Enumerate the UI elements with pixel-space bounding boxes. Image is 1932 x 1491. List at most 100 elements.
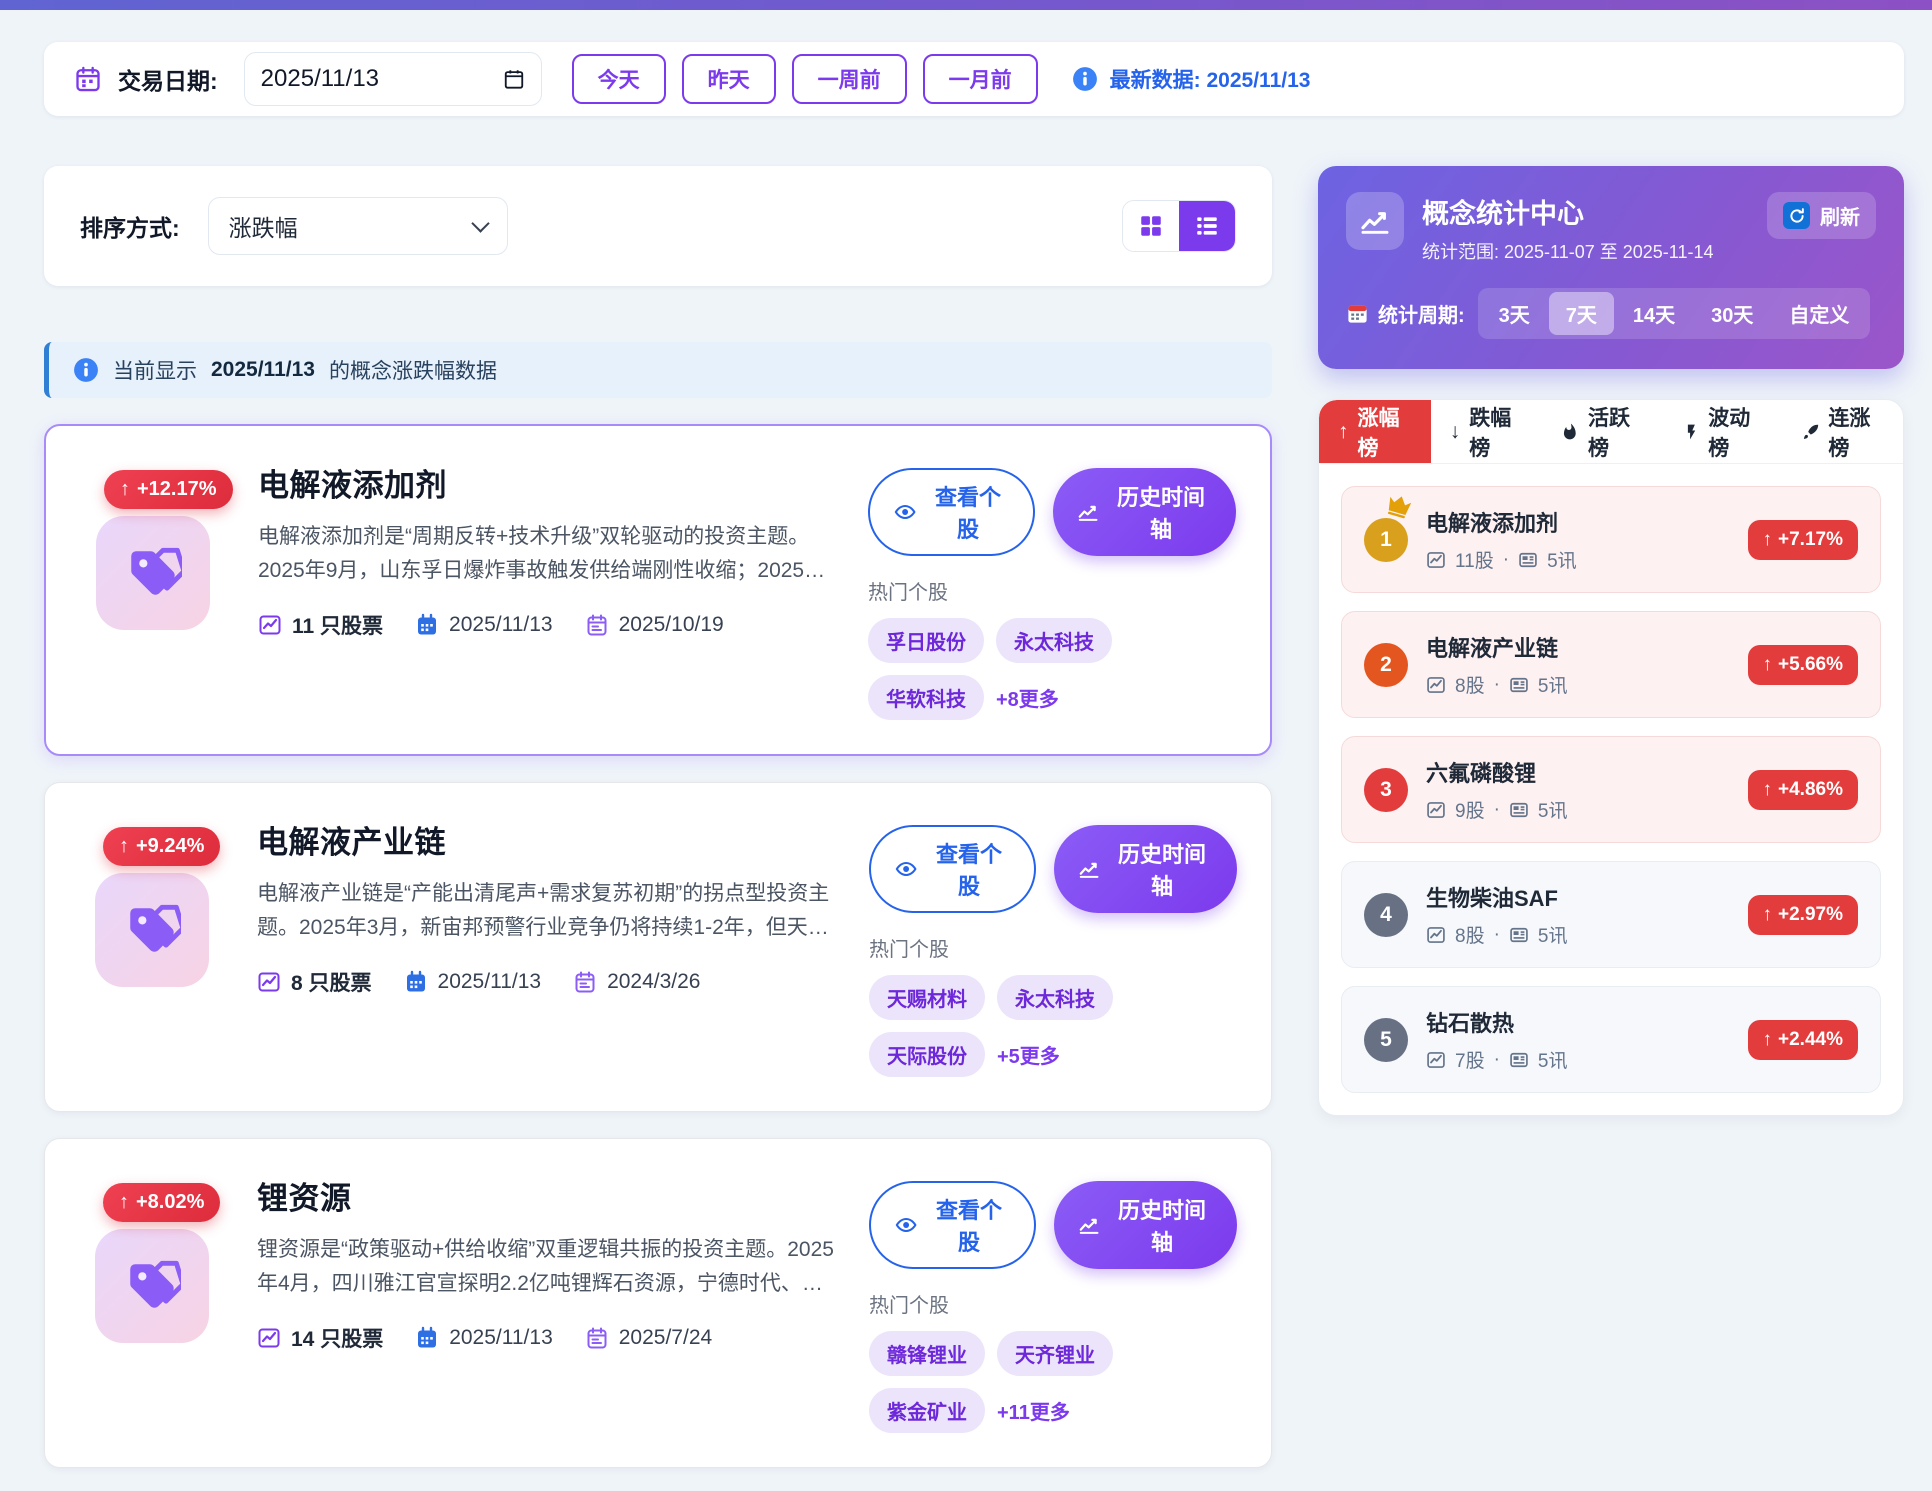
history-timeline-button[interactable]: 历史时间轴 xyxy=(1054,1181,1237,1269)
chart-icon xyxy=(1426,800,1446,820)
dot-separator: · xyxy=(1494,674,1500,696)
concept-actions: 查看个股 历史时间轴 热门个股 天赐材料 永太科技 天际股份 xyxy=(869,811,1237,1077)
stock-chip[interactable]: 华软科技 xyxy=(868,675,984,720)
eye-icon xyxy=(895,1213,917,1237)
rank-info: 电解液产业链 8股 · 5讯 xyxy=(1426,631,1748,698)
history-timeline-button[interactable]: 历史时间轴 xyxy=(1053,468,1236,556)
sort-toolbar: 排序方式: 涨跌幅 xyxy=(44,166,1272,286)
history-timeline-button[interactable]: 历史时间轴 xyxy=(1054,825,1237,913)
concept-title: 电解液产业链 xyxy=(257,817,839,862)
stock-chip[interactable]: 紫金矿业 xyxy=(869,1388,985,1433)
calendar-blue-icon xyxy=(415,613,439,637)
view-stocks-button[interactable]: 查看个股 xyxy=(869,825,1036,913)
rank-stock-count: 9股 xyxy=(1455,796,1485,823)
period-option[interactable]: 7天 xyxy=(1549,292,1614,335)
concept-actions: 查看个股 历史时间轴 热门个股 赣锋锂业 天齐锂业 紫金矿业 xyxy=(869,1167,1237,1433)
list-view-button[interactable] xyxy=(1179,201,1235,251)
banner-prefix: 当前显示 xyxy=(113,355,197,385)
more-stocks-link[interactable]: +11更多 xyxy=(997,1396,1070,1425)
refresh-button[interactable]: 刷新 xyxy=(1767,192,1876,239)
arrow-up-icon: ↑ xyxy=(119,835,129,858)
quick-date-button[interactable]: 一周前 xyxy=(792,54,907,104)
concept-description: 电解液产业链是“产能出清尾声+需求复苏初期”的拐点型投资主题。2025年3月，新… xyxy=(257,877,839,945)
news-icon xyxy=(1509,1050,1529,1070)
period-option[interactable]: 3天 xyxy=(1482,292,1547,335)
concept-description: 锂资源是“政策驱动+供给收缩”双重逻辑共振的投资主题。2025年4月，四川雅江官… xyxy=(257,1233,839,1301)
stock-count: 8 只股票 xyxy=(257,967,372,997)
tab-active[interactable]: 活跃榜 xyxy=(1542,400,1662,463)
quick-date-button[interactable]: 今天 xyxy=(572,54,666,104)
period-option[interactable]: 30天 xyxy=(1694,292,1770,335)
chart-icon xyxy=(257,970,281,994)
current-view-banner: 当前显示 2025/11/13 的概念涨跌幅数据 xyxy=(44,342,1272,398)
stock-chip[interactable]: 天齐锂业 xyxy=(997,1331,1113,1376)
sort-select[interactable]: 涨跌幅 xyxy=(208,197,508,255)
timeline-chart-icon xyxy=(1078,857,1100,881)
view-stocks-button[interactable]: 查看个股 xyxy=(869,1181,1036,1269)
dot-separator: · xyxy=(1494,1049,1500,1071)
quick-date-button[interactable]: 昨天 xyxy=(682,54,776,104)
stats-range: 统计范围: 2025-11-07 至 2025-11-14 xyxy=(1422,238,1767,264)
rank-news-count: 5讯 xyxy=(1538,921,1568,948)
ranking-item[interactable]: 1 电解液添加剂 11股 · 5讯 ↑ xyxy=(1341,486,1881,593)
latest-data-text: 最新数据: 2025/11/13 xyxy=(1110,64,1311,94)
flame-icon xyxy=(1561,422,1579,442)
rank-stock-count: 7股 xyxy=(1455,1046,1485,1073)
chevron-down-icon xyxy=(471,214,489,232)
stock-chip[interactable]: 永太科技 xyxy=(997,975,1113,1020)
timeline-chart-icon xyxy=(1077,500,1099,524)
stock-chip[interactable]: 孚日股份 xyxy=(868,618,984,663)
concept-meta: 14 只股票 2025/11/13 2025/7/24 xyxy=(257,1323,839,1353)
arrow-up-icon: ↑ xyxy=(1763,654,1773,676)
ranking-item[interactable]: 5 钻石散热 7股 · 5讯 ↑ xyxy=(1341,986,1881,1093)
tab-streak[interactable]: 连涨榜 xyxy=(1783,400,1903,463)
more-stocks-link[interactable]: +8更多 xyxy=(996,683,1059,712)
grid-view-button[interactable] xyxy=(1123,201,1179,251)
change-value: +9.24% xyxy=(136,835,204,858)
created-date-meta: 2025/7/24 xyxy=(585,1326,712,1350)
tab-gainers[interactable]: ↑ 涨幅榜 xyxy=(1319,400,1431,463)
crown-icon xyxy=(1383,492,1414,520)
rank-concept-name: 钻石散热 xyxy=(1426,1006,1748,1038)
main-column: 排序方式: 涨跌幅 xyxy=(44,166,1272,1491)
dot-separator: · xyxy=(1503,549,1509,571)
list-icon xyxy=(1194,213,1220,239)
more-stocks-link[interactable]: +5更多 xyxy=(997,1040,1060,1069)
ranking-item[interactable]: 3 六氟磷酸锂 9股 · 5讯 ↑ xyxy=(1341,736,1881,843)
date-toolbar: 交易日期: 2025/11/13 今天昨天一周前一月前 最新数据: 2025/1… xyxy=(44,42,1904,116)
concept-visual: ↑ +9.24% xyxy=(79,811,231,1001)
stock-chip[interactable]: 天赐材料 xyxy=(869,975,985,1020)
view-stocks-button[interactable]: 查看个股 xyxy=(868,468,1035,556)
tab-volatility[interactable]: 波动榜 xyxy=(1663,400,1783,463)
ranking-item[interactable]: 4 生物柴油SAF 8股 · 5讯 ↑ xyxy=(1341,861,1881,968)
stats-period-row: 统计周期: 3天7天14天30天自定义 xyxy=(1346,288,1876,339)
quick-date-button[interactable]: 一月前 xyxy=(923,54,1038,104)
calendar-purple-icon xyxy=(585,613,609,637)
dot-separator: · xyxy=(1494,799,1500,821)
calendar-blue-icon xyxy=(415,1326,439,1350)
stats-chart-icon xyxy=(1346,192,1404,250)
concept-visual: ↑ +8.02% xyxy=(79,1167,231,1357)
latest-data-info: 最新数据: 2025/11/13 xyxy=(1072,64,1311,94)
concept-body: 锂资源 锂资源是“政策驱动+供给收缩”双重逻辑共振的投资主题。2025年4月，四… xyxy=(231,1167,869,1433)
date-picker-icon[interactable] xyxy=(503,68,525,90)
arrow-up-icon: ↑ xyxy=(1763,529,1773,551)
period-option[interactable]: 14天 xyxy=(1616,292,1692,335)
rank-info: 六氟磷酸锂 9股 · 5讯 xyxy=(1426,756,1748,823)
tab-losers[interactable]: ↓ 跌幅榜 xyxy=(1431,400,1543,463)
chart-icon xyxy=(258,613,282,637)
ranking-item[interactable]: 2 电解液产业链 8股 · 5讯 ↑ xyxy=(1341,611,1881,718)
hot-stock-chips: 天赐材料 永太科技 天际股份 +5更多 xyxy=(869,975,1237,1077)
trade-date-label: 交易日期: xyxy=(118,62,218,96)
rank-meta: 8股 · 5讯 xyxy=(1426,671,1748,698)
mini-calendar-icon xyxy=(1346,302,1369,325)
stock-chip[interactable]: 天际股份 xyxy=(869,1032,985,1077)
stock-chip[interactable]: 赣锋锂业 xyxy=(869,1331,985,1376)
period-option[interactable]: 自定义 xyxy=(1772,292,1866,335)
trade-date-input[interactable]: 2025/11/13 xyxy=(244,52,542,106)
concept-card: ↑ +8.02% 锂资源 锂资源是“政策驱动+供给收缩”双重逻辑共振的投资主题。… xyxy=(44,1138,1272,1468)
quick-date-buttons: 今天昨天一周前一月前 xyxy=(572,54,1038,104)
concept-card-list: ↑ +12.17% 电解液添加剂 电解液添加剂是“周期反转+技术升级”双轮驱动的… xyxy=(44,424,1272,1491)
change-badge: ↑ +12.17% xyxy=(104,470,233,509)
stock-chip[interactable]: 永太科技 xyxy=(996,618,1112,663)
